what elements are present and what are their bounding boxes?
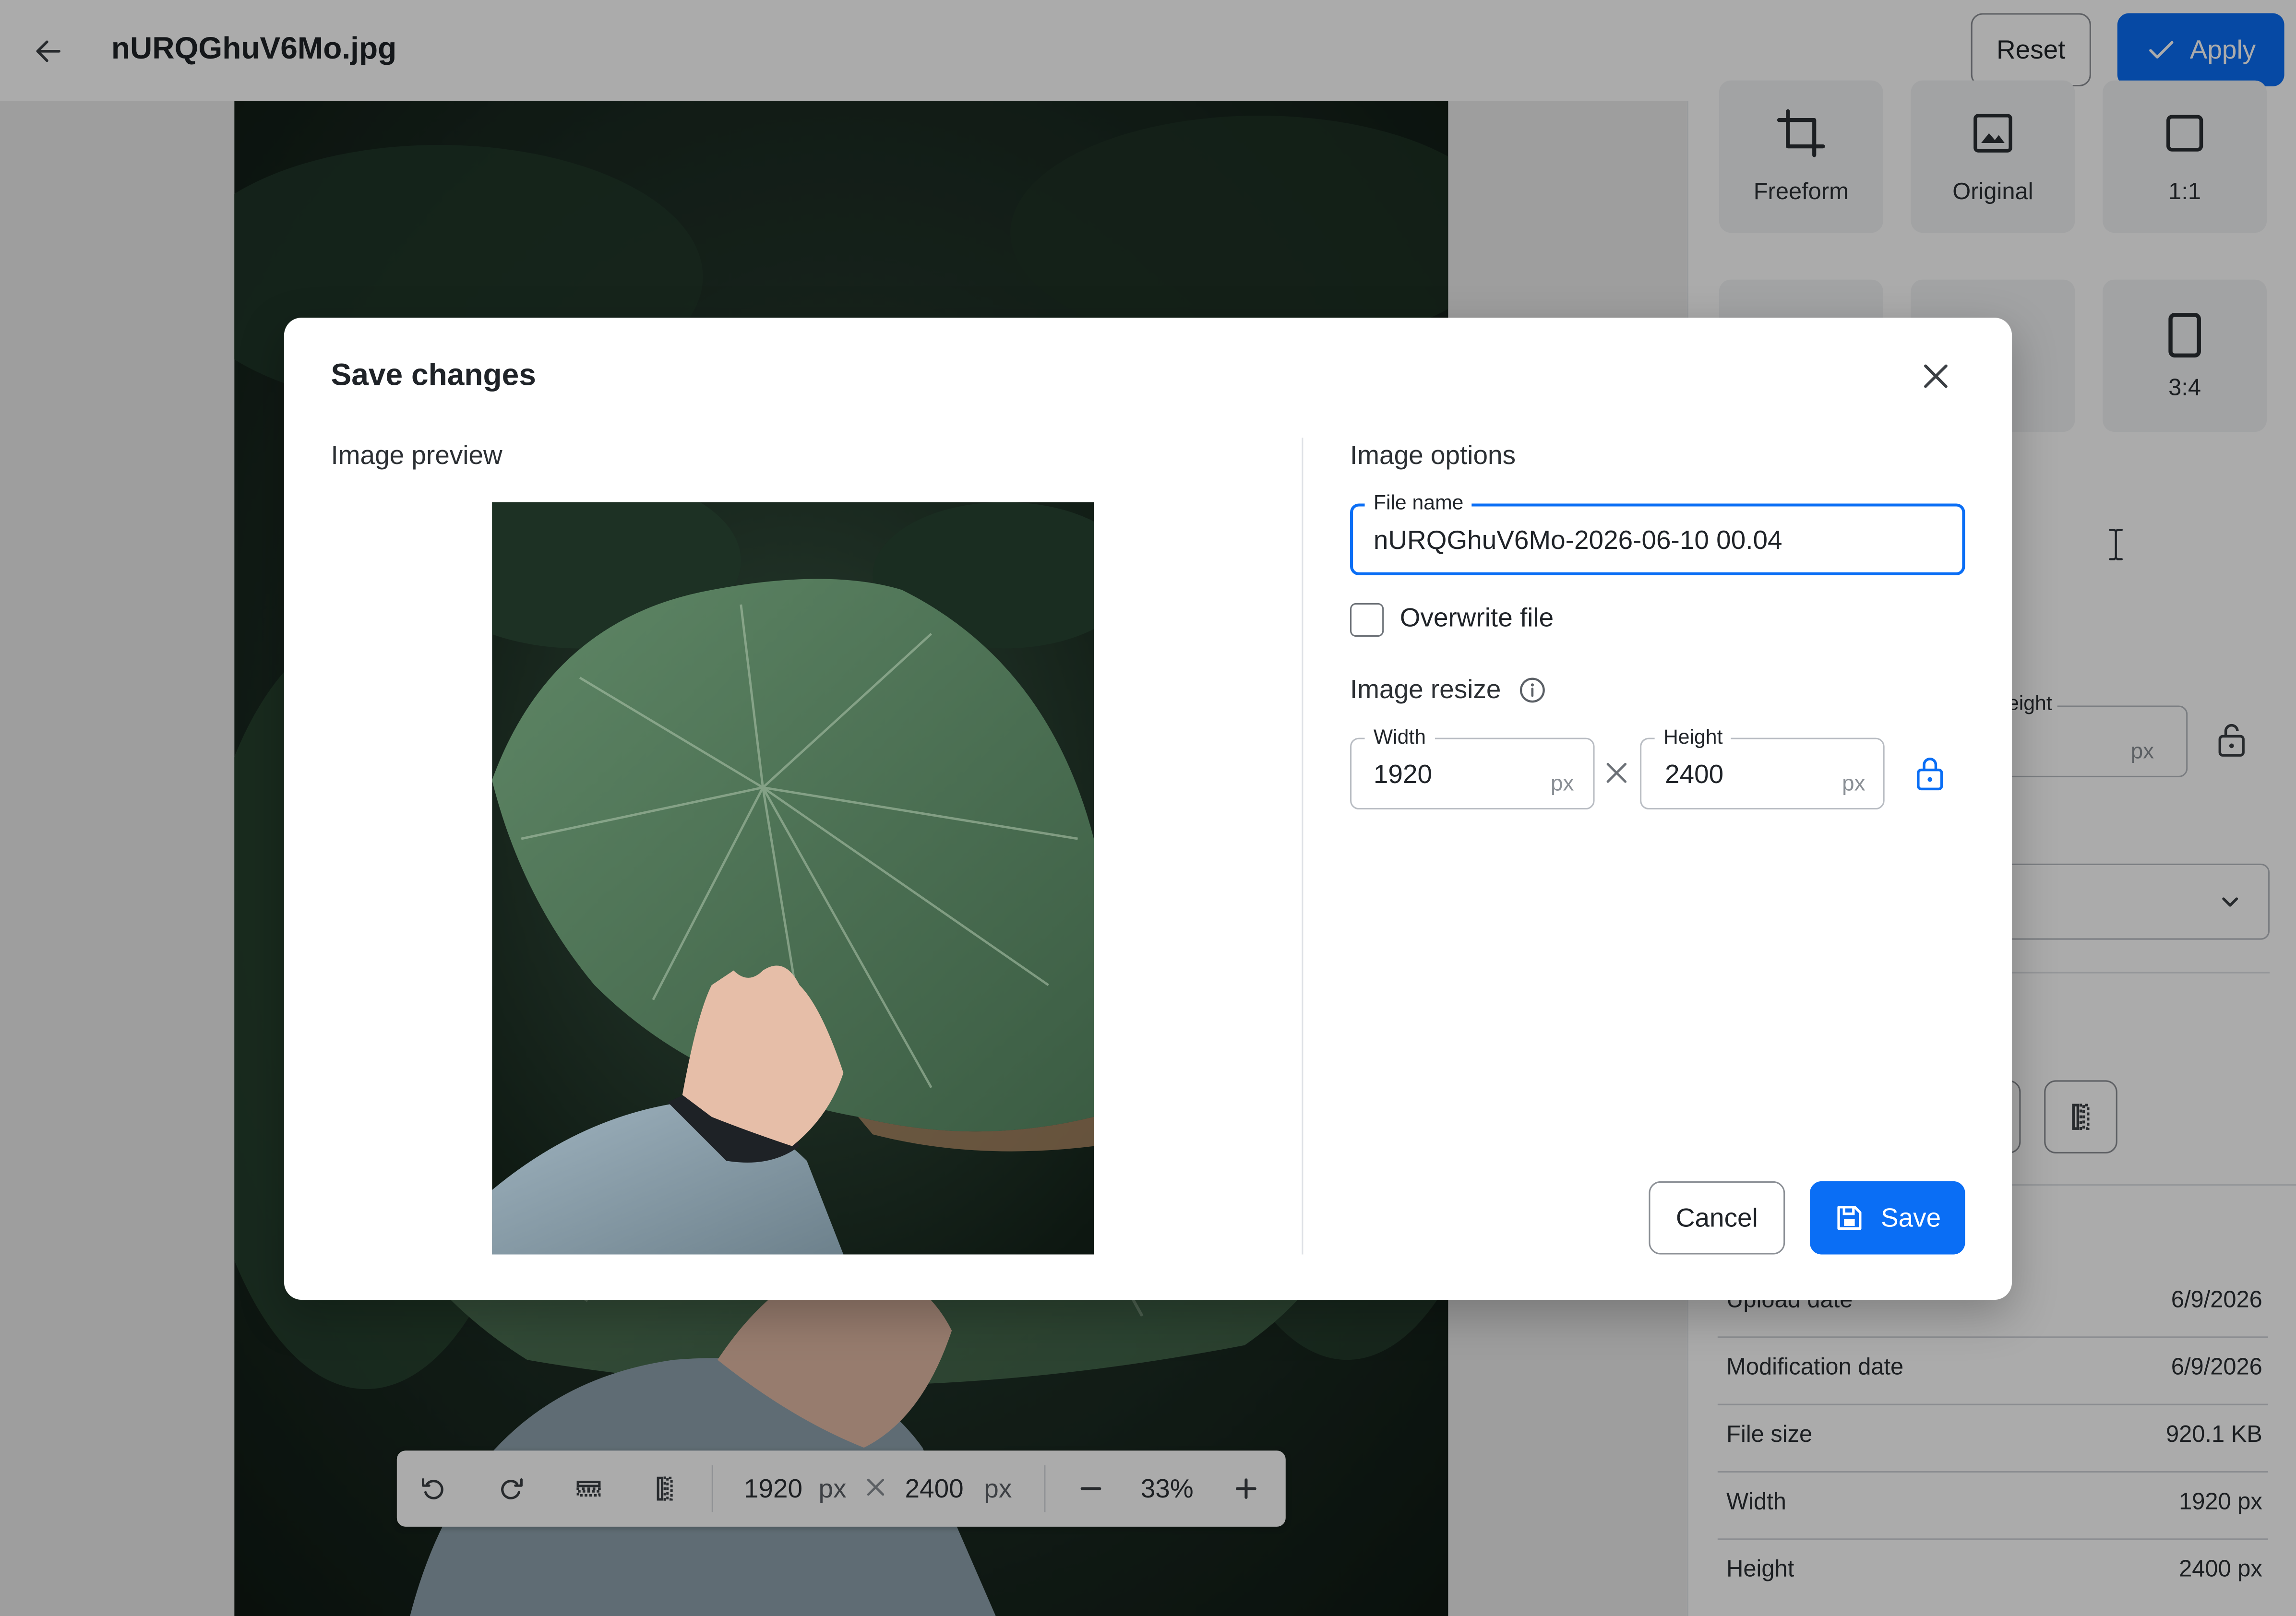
save-changes-dialog: Save changes Image preview Image options… [284,318,2123,1300]
floppy-disk-icon [1834,1202,1866,1234]
save-button-label: Save [1880,1202,1941,1232]
image-preview [492,502,1094,1255]
overwrite-file-label[interactable]: Overwrite file [1400,603,1554,634]
close-button[interactable] [1910,350,1962,403]
height-value[interactable]: 2400 [1665,760,1723,790]
aspect-lock-icon[interactable] [1914,754,1946,792]
times-icon [1605,761,1628,784]
file-name-value[interactable]: nURQGhuV6Mo-2026-06-10 00.04 [1374,525,1782,556]
cancel-button-label: Cancel [1675,1202,1758,1232]
cancel-button[interactable]: Cancel [1649,1181,1785,1255]
image-preview-label: Image preview [331,440,502,470]
height-label: Height [1654,725,1732,748]
text-cursor-icon [2105,527,2126,562]
height-unit: px [1842,771,1866,796]
close-icon [1921,362,1950,391]
width-unit: px [1551,771,1574,796]
dialog-title: Save changes [331,358,536,392]
file-name-label: File name [1364,490,1472,514]
image-options-label: Image options [1350,440,1516,470]
dialog-divider [1302,438,1303,1255]
image-resize-label: Image resize [1350,675,1501,704]
width-label: Width [1364,725,1435,748]
info-icon[interactable] [1519,676,1546,704]
width-value[interactable]: 1920 [1374,760,1432,790]
overwrite-file-checkbox[interactable] [1350,603,1384,637]
save-button[interactable]: Save [1810,1181,1965,1255]
